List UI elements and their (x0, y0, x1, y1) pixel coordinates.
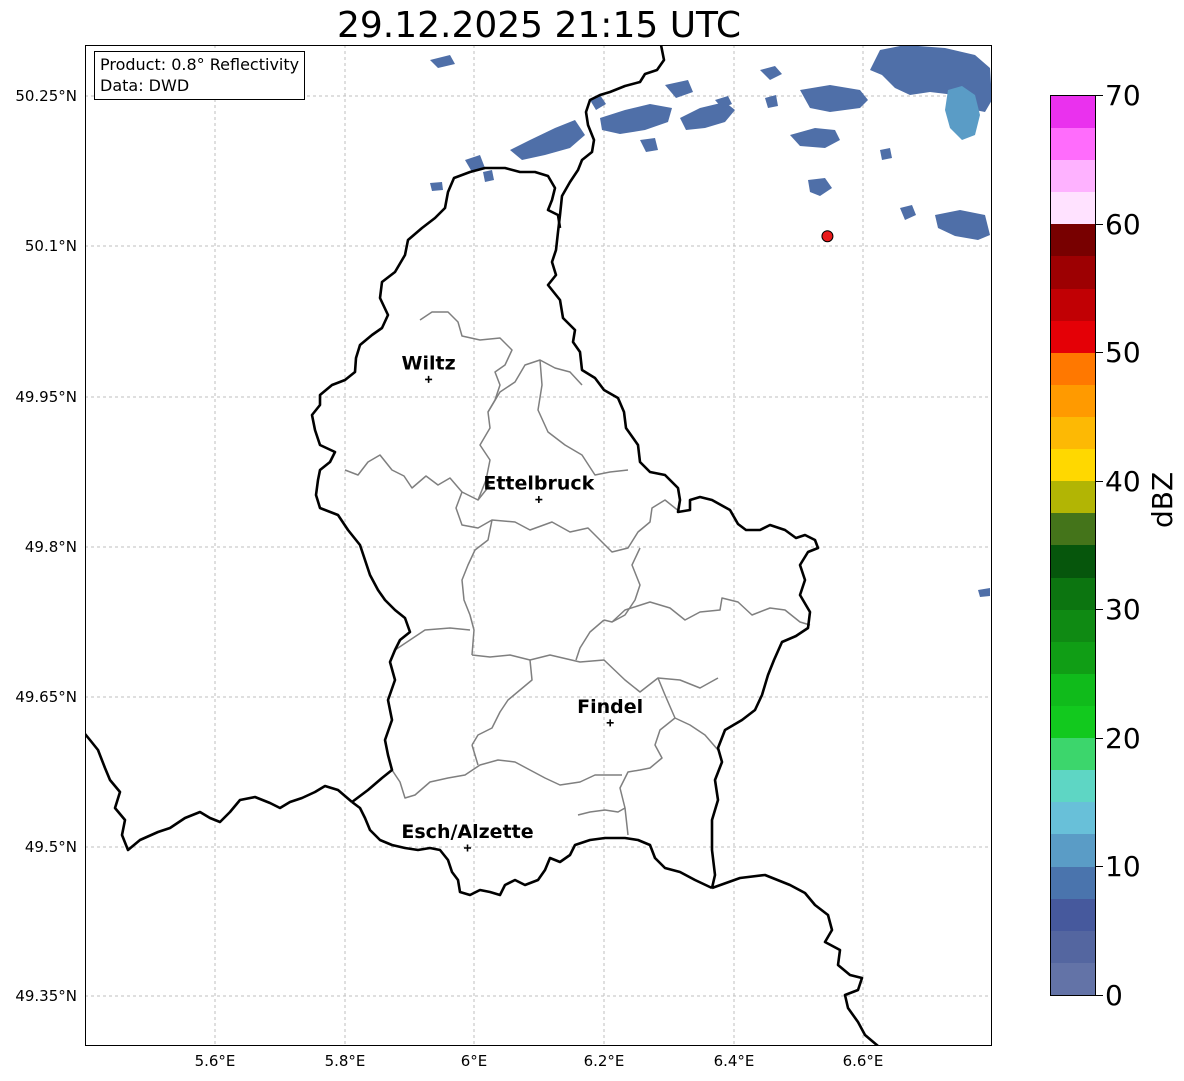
map-title: 29.12.2025 21:15 UTC (336, 5, 742, 46)
lon-tick-label: 6.4°E (713, 1052, 755, 1070)
city-marker-icon (425, 375, 433, 383)
colorbar-segment (1051, 95, 1095, 129)
colorbar-segment (1051, 609, 1095, 642)
colorbar-segment (1051, 160, 1095, 193)
colorbar-segment (1051, 128, 1095, 161)
colorbar-tick (1096, 609, 1103, 610)
data-source-label: Data: DWD (100, 76, 190, 95)
lon-tick-label: 5.8°E (324, 1052, 366, 1070)
colorbar-segment (1051, 577, 1095, 610)
colorbar-tick-label: 20 (1105, 722, 1141, 755)
location-marker-icon (821, 230, 834, 243)
radar-echo-areas (430, 45, 992, 597)
colorbar-tick (1096, 95, 1103, 96)
colorbar-segment (1051, 288, 1095, 321)
city-ettelbruck: Ettelbruck (483, 473, 595, 504)
city-marker-icon (464, 844, 472, 852)
lat-tick-label: 50.25°N (15, 87, 77, 105)
colorbar-tick-label: 10 (1105, 850, 1141, 883)
colorbar-segment (1051, 481, 1095, 514)
product-info-box: Product: 0.8° Reflectivity Data: DWD (94, 51, 306, 100)
colorbar-segment (1051, 256, 1095, 289)
colorbar-segment (1051, 192, 1095, 225)
lat-tick-label: 49.8°N (24, 538, 77, 556)
radar-map: Wiltz Ettelbruck Findel Esch/Alzette (85, 45, 992, 1046)
colorbar-tick (1096, 481, 1103, 482)
city-label: Wiltz (402, 352, 456, 374)
colorbar-segment (1051, 738, 1095, 771)
lon-tick-label: 5.6°E (194, 1052, 236, 1070)
city-wiltz: Wiltz (402, 352, 456, 383)
colorbar-segment (1051, 673, 1095, 707)
colorbar-tick-label: 60 (1105, 208, 1141, 241)
colorbar-segment (1051, 449, 1095, 482)
colorbar-tick (1096, 866, 1103, 867)
colorbar-tick-label: 70 (1105, 79, 1141, 112)
colorbar (1050, 95, 1096, 996)
canton-boundaries (344, 311, 811, 836)
lon-tick-label: 6.2°E (583, 1052, 625, 1070)
colorbar-segment (1051, 962, 1095, 995)
city-marker-icon (606, 719, 614, 727)
lat-tick-label: 50.1°N (24, 237, 77, 255)
lon-tick-label: 6°E (460, 1052, 488, 1070)
city-markers: Wiltz Ettelbruck Findel Esch/Alzette (401, 352, 643, 852)
colorbar-title: dBZ (1146, 471, 1179, 528)
city-label: Esch/Alzette (401, 821, 533, 843)
colorbar-tick-label: 30 (1105, 593, 1141, 626)
city-label: Ettelbruck (483, 473, 594, 495)
colorbar-tick (1096, 738, 1103, 739)
colorbar-segment (1051, 513, 1095, 546)
colorbar-segment (1051, 898, 1095, 931)
colorbar-segment (1051, 545, 1095, 578)
lat-tick-label: 49.5°N (24, 838, 77, 856)
lat-tick-label: 49.95°N (15, 388, 77, 406)
colorbar-segment (1051, 641, 1095, 674)
colorbar-tick-label: 0 (1105, 979, 1123, 1012)
colorbar-segment (1051, 802, 1095, 835)
colorbar-tick (1096, 224, 1103, 225)
lat-tick-label: 49.65°N (15, 688, 77, 706)
city-marker-icon (535, 496, 543, 504)
colorbar-segment (1051, 352, 1095, 385)
colorbar-tick-label: 50 (1105, 336, 1141, 369)
map-grid-lines (85, 45, 992, 1046)
colorbar-tick (1096, 352, 1103, 353)
colorbar-segment (1051, 706, 1095, 739)
product-label: Product: 0.8° Reflectivity (100, 55, 300, 74)
colorbar-segment (1051, 770, 1095, 803)
colorbar-segment (1051, 417, 1095, 450)
colorbar-segment (1051, 224, 1095, 257)
lon-tick-label: 6.6°E (842, 1052, 884, 1070)
colorbar-segment (1051, 930, 1095, 963)
colorbar-segment (1051, 320, 1095, 353)
colorbar-segment (1051, 866, 1095, 899)
city-label: Findel (577, 696, 643, 718)
city-findel: Findel (577, 696, 643, 727)
colorbar-tick (1096, 995, 1103, 996)
lat-tick-label: 49.35°N (15, 987, 77, 1005)
colorbar-segment (1051, 834, 1095, 867)
colorbar-segment (1051, 384, 1095, 418)
location-marker-layer (821, 230, 834, 243)
colorbar-tick-label: 40 (1105, 465, 1141, 498)
